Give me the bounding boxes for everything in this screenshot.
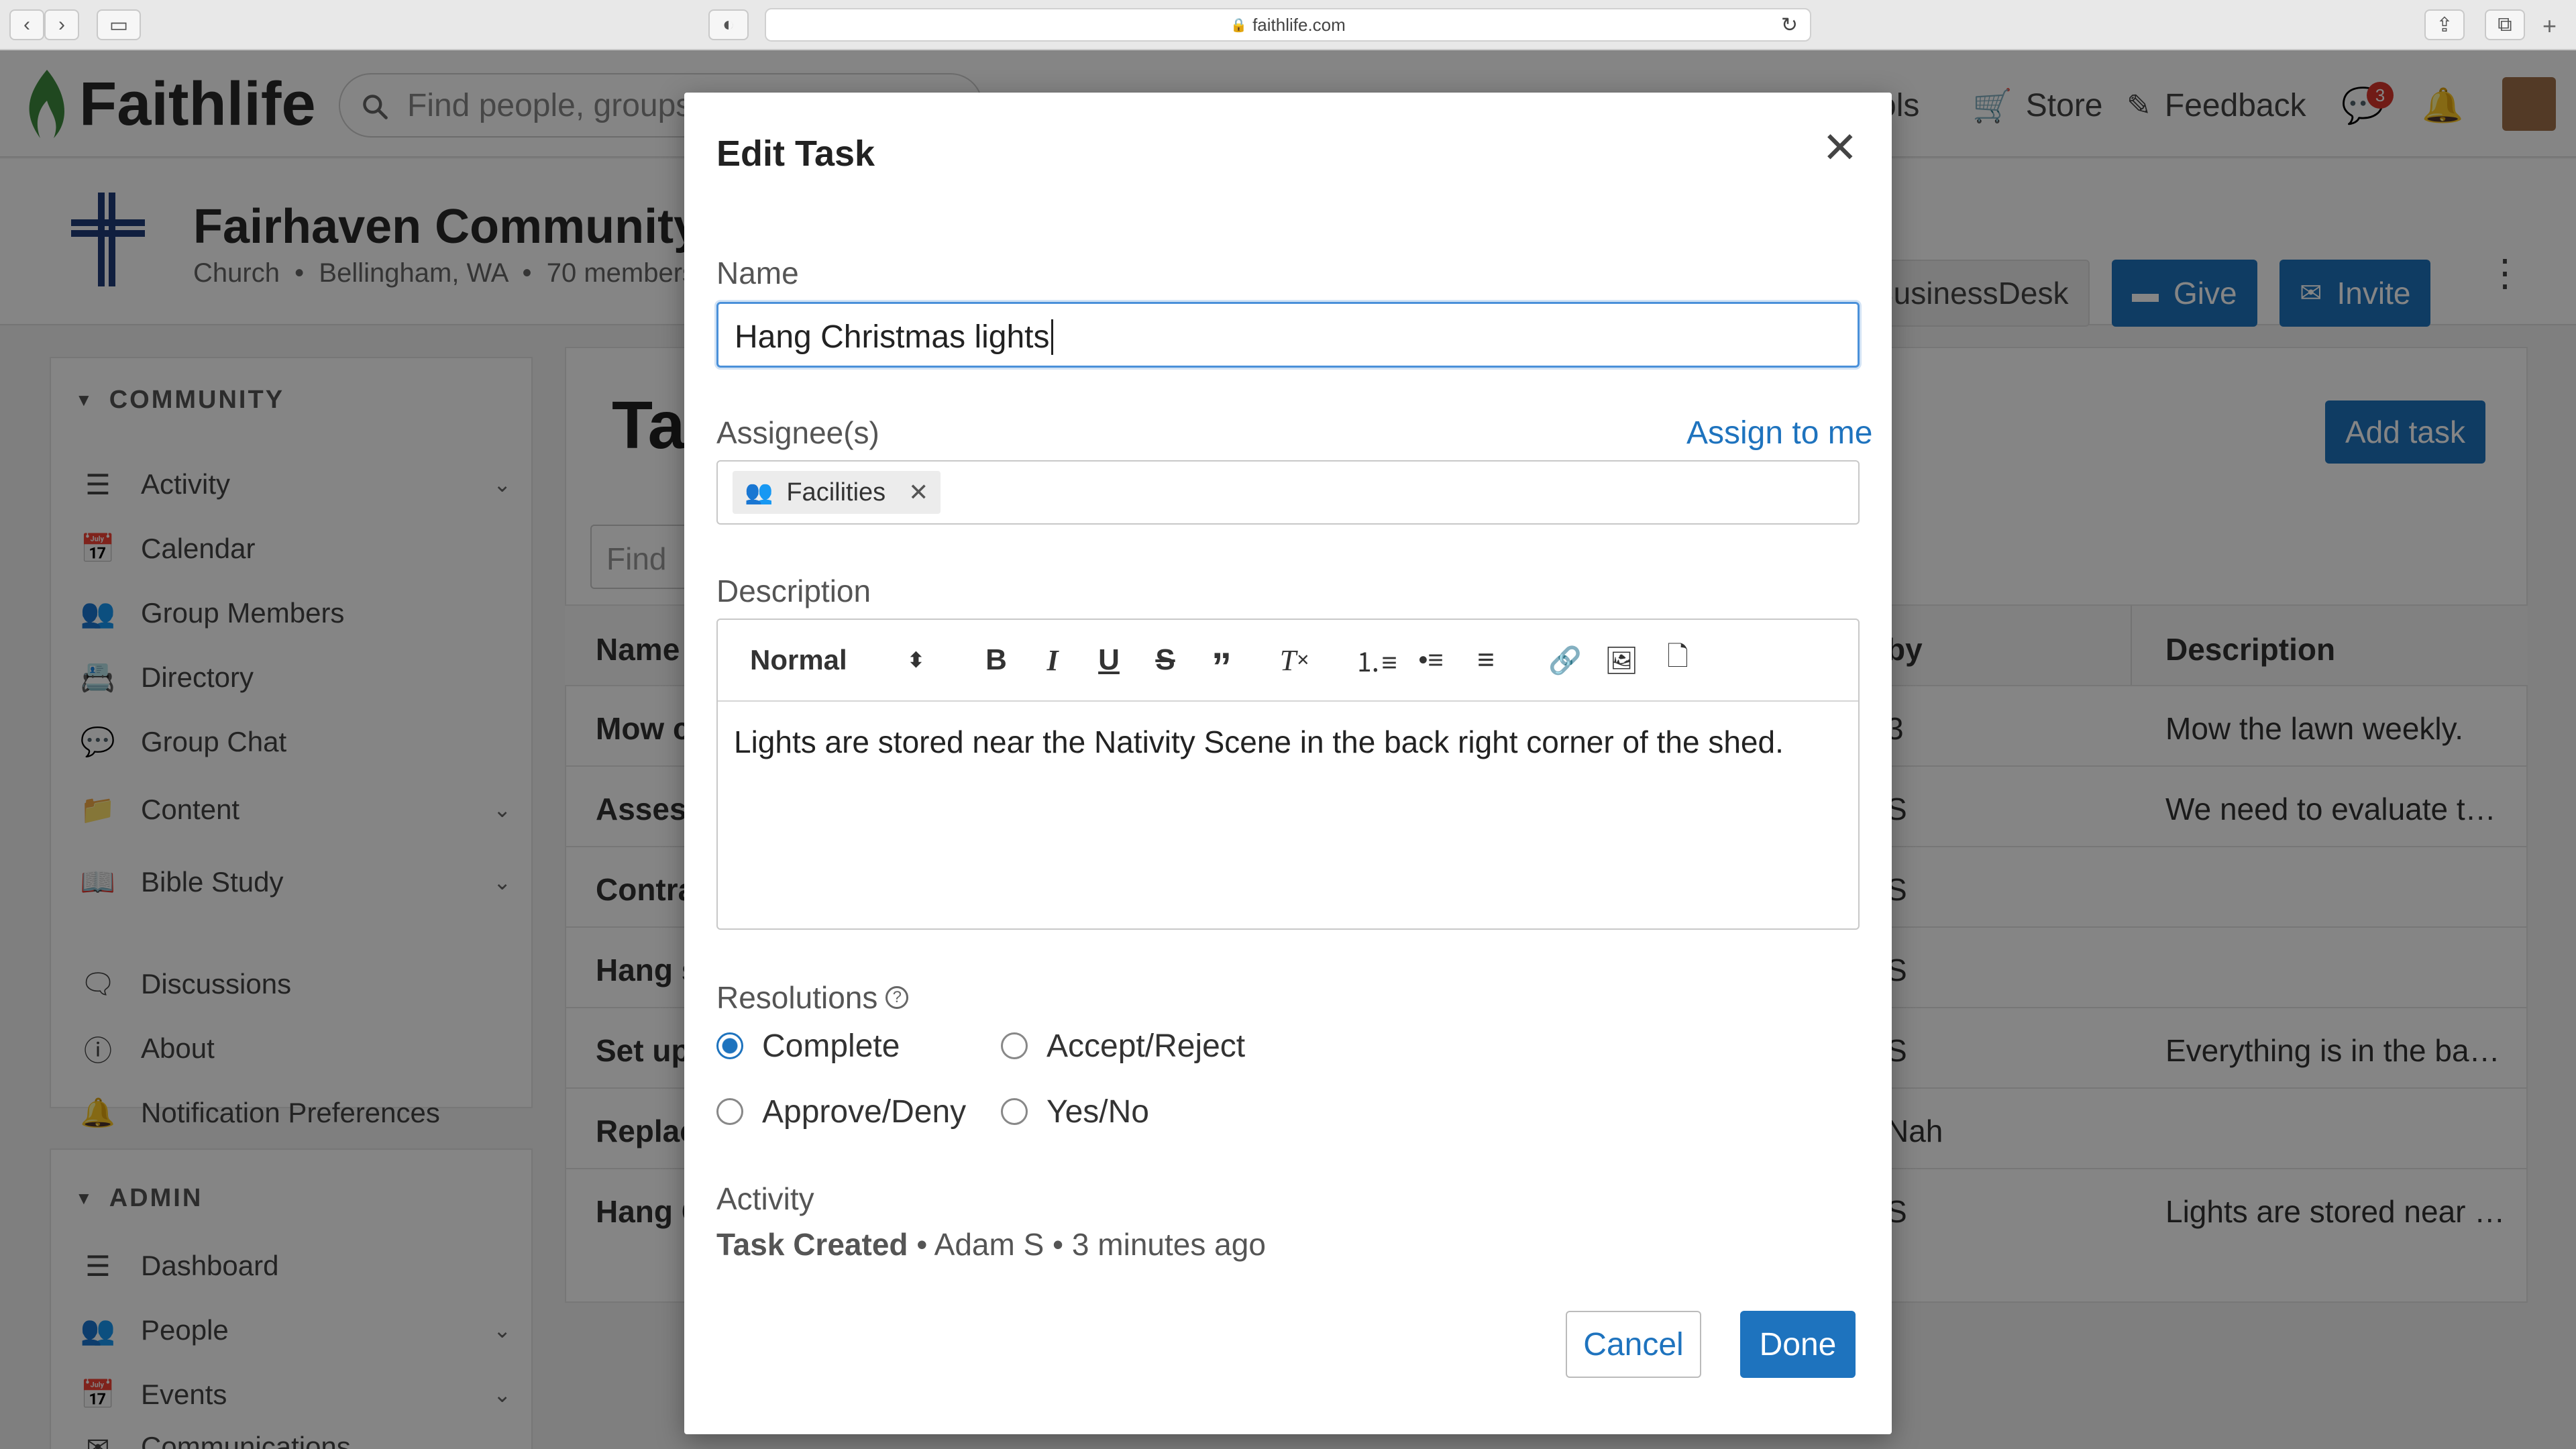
radio-button[interactable] [716, 1098, 743, 1125]
resolution-accept-reject[interactable]: Accept/Reject [1001, 1022, 1245, 1069]
group-icon: 👥 [745, 480, 773, 505]
resolutions-header: Resolutions ? [716, 979, 909, 1016]
assign-to-me-link[interactable]: Assign to me [1686, 415, 1872, 451]
remove-assignee-icon[interactable]: ✕ [908, 478, 928, 506]
description-editor: Normal ⬍ B I U S ” T ✕ ⒈≡ •≡ ≡ 🔗 🖼 🗋 Ligh… [716, 619, 1860, 930]
resolutions-label: Resolutions [716, 980, 878, 1015]
lock-icon: 🔒 [1230, 17, 1248, 33]
address-bar[interactable]: 🔒 faithlife.com ↻ [765, 8, 1811, 42]
assignees-input[interactable]: 👥 Facilities ✕ [716, 460, 1860, 525]
sidebar-toggle-button[interactable]: ▭ [97, 9, 141, 40]
link-icon[interactable]: 🔗 [1547, 620, 1583, 700]
radio-button[interactable] [716, 1032, 743, 1059]
format-select-value: Normal [750, 644, 847, 676]
tabs-button[interactable]: ⧉ [2485, 9, 2525, 40]
assignee-tag: 👥 Facilities ✕ [733, 471, 941, 514]
radio-button[interactable] [1001, 1098, 1028, 1125]
file-icon[interactable]: 🗋 [1660, 620, 1696, 700]
assignee-tag-label: Facilities [786, 478, 886, 506]
resolution-approve-deny[interactable]: Approve/Deny [716, 1088, 966, 1135]
name-label: Name [716, 256, 799, 290]
share-button[interactable]: ⇪ [2424, 9, 2465, 40]
radio-label: Accept/Reject [1046, 1028, 1246, 1064]
radio-label: Approve/Deny [762, 1093, 967, 1130]
resolution-yes-no[interactable]: Yes/No [1001, 1088, 1149, 1135]
editor-toolbar: Normal ⬍ B I U S ” T ✕ ⒈≡ •≡ ≡ 🔗 🖼 🗋 [718, 620, 1858, 702]
description-text[interactable]: Lights are stored near the Nativity Scen… [734, 720, 1841, 763]
text-cursor [1051, 319, 1053, 355]
strikethrough-icon[interactable]: S [1148, 620, 1182, 700]
bold-icon[interactable]: B [979, 620, 1013, 700]
italic-icon[interactable]: I [1036, 620, 1069, 700]
cancel-button[interactable]: Cancel [1566, 1311, 1701, 1378]
done-button[interactable]: Done [1740, 1311, 1856, 1378]
format-select[interactable]: Normal ⬍ [750, 620, 924, 700]
close-icon[interactable]: ✕ [1822, 126, 1858, 169]
description-label: Description [716, 574, 871, 608]
clear-format-icon[interactable]: T ✕ [1275, 620, 1315, 700]
reload-icon[interactable]: ↻ [1781, 13, 1798, 37]
back-button[interactable]: ‹ [9, 9, 44, 40]
radio-label: Complete [762, 1028, 900, 1064]
task-name-input[interactable]: Hang Christmas lights [716, 302, 1860, 368]
radio-button[interactable] [1001, 1032, 1028, 1059]
activity-entry: Task Created • Adam S • 3 minutes ago [716, 1226, 1266, 1263]
activity-label: Activity [716, 1181, 814, 1216]
edit-task-modal: Edit Task ✕ Name Hang Christmas lights A… [684, 93, 1892, 1434]
browser-toolbar: ‹ › ▭ ◐ 🔒 faithlife.com ↻ ⇪ ⧉ + [0, 0, 2576, 50]
bullet-list-icon[interactable]: •≡ [1413, 620, 1449, 700]
assignees-label: Assignee(s) [716, 415, 879, 450]
align-icon[interactable]: ≡ [1468, 620, 1504, 700]
forward-button[interactable]: › [44, 9, 79, 40]
help-icon[interactable]: ? [885, 986, 909, 1009]
new-tab-button[interactable]: + [2542, 12, 2557, 40]
activity-event: Task Created [716, 1227, 908, 1262]
privacy-shield-icon[interactable]: ◐ [708, 9, 749, 40]
resolution-complete[interactable]: Complete [716, 1022, 900, 1069]
modal-title: Edit Task [716, 133, 875, 174]
blockquote-icon[interactable]: ” [1205, 620, 1238, 700]
task-name-value: Hang Christmas lights [735, 319, 1050, 355]
activity-meta: • Adam S • 3 minutes ago [908, 1227, 1266, 1262]
radio-label: Yes/No [1046, 1093, 1149, 1130]
image-icon[interactable]: 🖼 [1603, 620, 1640, 700]
underline-icon[interactable]: U [1092, 620, 1126, 700]
ordered-list-icon[interactable]: ⒈≡ [1354, 620, 1397, 700]
address-bar-url: faithlife.com [1252, 14, 1346, 35]
select-arrows-icon: ⬍ [907, 649, 924, 672]
